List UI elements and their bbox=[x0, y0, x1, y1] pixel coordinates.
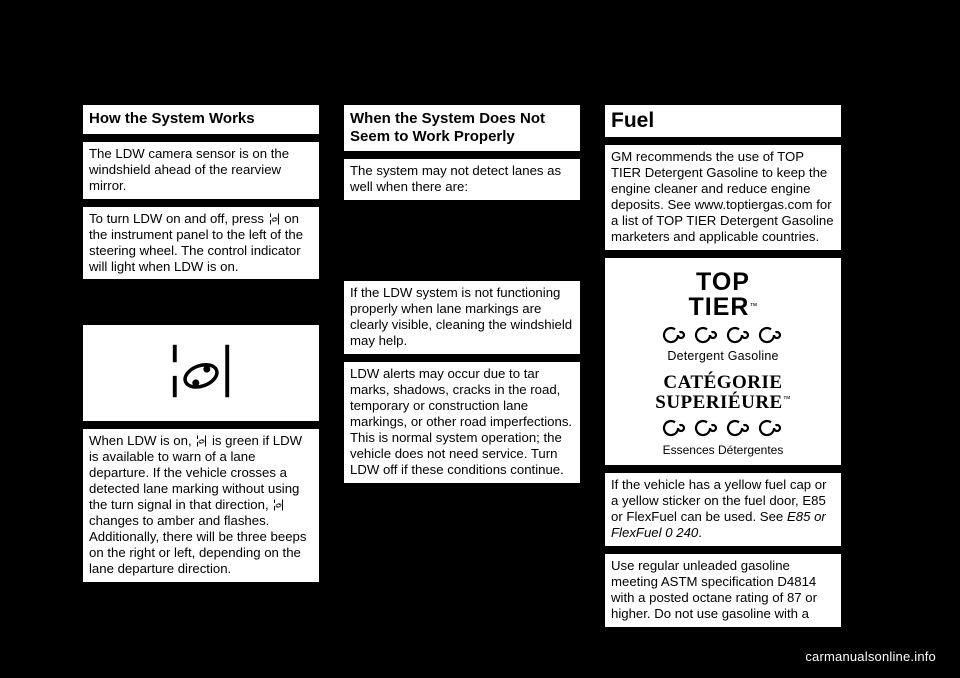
logo-categorie-word: CATÉGORIE bbox=[663, 371, 783, 393]
footer-watermark: carmanualsonline.info bbox=[805, 649, 936, 664]
logo-superieure-trademark: ™ bbox=[782, 394, 791, 404]
swirl-icons-top bbox=[611, 323, 835, 347]
ldw-lane-departure-icon bbox=[273, 498, 284, 512]
text-after-reference: . bbox=[698, 524, 702, 540]
ldw-lane-departure-icon bbox=[196, 434, 207, 448]
segment-text-3: changes to amber and flashes. Additional… bbox=[89, 513, 307, 577]
column-1-gap bbox=[82, 286, 320, 324]
paragraph-ldw-indicator-behavior: When LDW is on, is green if LDW is avail… bbox=[82, 428, 320, 584]
top-tier-logo-block: TOP TIER™ Detergent Gasoline CATÉGORIE S… bbox=[604, 256, 842, 466]
paragraph-text: If the LDW system is not functioning pro… bbox=[350, 285, 573, 349]
paragraph-text: The system may not detect lanes as well … bbox=[350, 163, 562, 195]
logo-categorie-subtitle: Essences Détergentes bbox=[662, 442, 784, 457]
paragraph-top-tier-recommendation: GM recommends the use of TOP TIER Deterg… bbox=[604, 144, 842, 251]
paragraph-text: GM recommends the use of TOP TIER Deterg… bbox=[611, 149, 834, 244]
paragraph-text: The LDW camera sensor is on the windshie… bbox=[89, 145, 290, 193]
manual-page: How the System Works The LDW camera sens… bbox=[0, 0, 960, 678]
segment-text-1: When LDW is on, bbox=[89, 433, 196, 449]
ldw-lane-departure-large-icon bbox=[162, 337, 240, 410]
logo-top-word: TOP bbox=[696, 267, 750, 296]
paragraph-camera-sensor: The LDW camera sensor is on the windshie… bbox=[82, 140, 320, 200]
paragraph-yellow-fuel-cap: If the vehicle has a yellow fuel cap or … bbox=[604, 471, 842, 547]
paragraph-regular-unleaded-gasoline: Use regular unleaded gasoline meeting AS… bbox=[604, 552, 842, 628]
logo-tier-word: TIER bbox=[688, 292, 750, 321]
section-heading-how-the-system-works: How the System Works bbox=[82, 104, 320, 135]
paragraph-may-not-detect-lanes: The system may not detect lanes as well … bbox=[343, 158, 581, 202]
logo-superieure-word: SUPERIÉURE bbox=[655, 391, 783, 413]
swirl-icons-bottom bbox=[611, 416, 835, 440]
section-heading-fuel: Fuel bbox=[604, 104, 842, 139]
paragraph-cleaning-windshield: If the LDW system is not functioning pro… bbox=[343, 280, 581, 356]
paragraph-text: To turn LDW on and off, press on the ins… bbox=[89, 211, 313, 275]
paragraph-text: When LDW is on, is green if LDW is avail… bbox=[89, 433, 313, 577]
column-3: Fuel GM recommends the use of TOP TIER D… bbox=[604, 104, 842, 634]
column-1: How the System Works The LDW camera sens… bbox=[82, 104, 320, 589]
text-before-icon: To turn LDW on and off, press bbox=[89, 210, 268, 226]
paragraph-ldw-false-alerts: LDW alerts may occur due to tar marks, s… bbox=[343, 361, 581, 484]
ldw-lane-departure-icon bbox=[269, 212, 280, 226]
paragraph-text: Use regular unleaded gasoline meeting AS… bbox=[611, 557, 818, 621]
paragraph-text: If the vehicle has a yellow fuel cap or … bbox=[611, 477, 835, 541]
column-2: When the System Does Not Seem to Work Pr… bbox=[343, 104, 581, 490]
paragraph-turn-ldw-on-off: To turn LDW on and off, press on the ins… bbox=[82, 205, 320, 281]
ldw-lane-departure-large-icon-block bbox=[82, 324, 320, 423]
section-heading-when-system-does-not-work: When the System Does Not Seem to Work Pr… bbox=[343, 104, 581, 153]
column-2-gap bbox=[343, 207, 581, 280]
logo-tier-trademark: ™ bbox=[749, 301, 758, 311]
logo-subtitle: Detergent Gasoline bbox=[667, 348, 779, 363]
paragraph-text: LDW alerts may occur due to tar marks, s… bbox=[350, 366, 573, 477]
